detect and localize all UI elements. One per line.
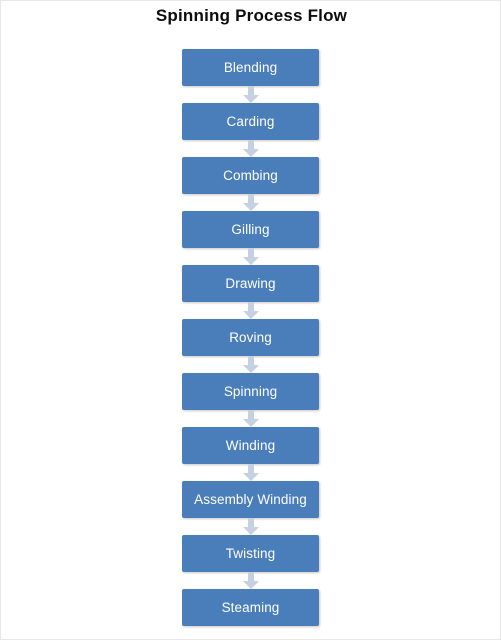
- process-step-box[interactable]: Twisting: [182, 535, 319, 572]
- process-step-box[interactable]: Roving: [182, 319, 319, 356]
- arrow-down-icon: [242, 140, 259, 157]
- process-step-label: Blending: [223, 59, 278, 75]
- process-step-box[interactable]: Winding: [182, 427, 319, 464]
- process-step-label: Twisting: [225, 545, 276, 561]
- arrow-down-icon: [242, 410, 259, 427]
- arrow-down-icon: [242, 248, 259, 265]
- page-title: Spinning Process Flow: [155, 6, 348, 25]
- process-step-label: Carding: [226, 113, 275, 129]
- process-step-label: Gilling: [231, 221, 270, 237]
- arrow-down-icon: [242, 86, 259, 103]
- process-step-label: Assembly Winding: [194, 491, 307, 507]
- process-step-label: Spinning: [223, 383, 278, 399]
- arrow-down-icon: [242, 572, 259, 589]
- process-step-box[interactable]: Gilling: [182, 211, 319, 248]
- process-step-box[interactable]: Carding: [182, 103, 319, 140]
- flowchart-canvas: Spinning Process Flow Blending Carding Com…: [0, 0, 501, 640]
- arrow-down-icon: [242, 464, 259, 481]
- arrow-down-icon: [242, 356, 259, 373]
- process-step-box[interactable]: Drawing: [182, 265, 319, 302]
- process-step-box[interactable]: Spinning: [182, 373, 319, 410]
- process-step-box[interactable]: Steaming: [182, 589, 319, 626]
- arrow-down-icon: [242, 302, 259, 319]
- arrow-down-icon: [242, 518, 259, 535]
- process-step-box[interactable]: Assembly Winding: [182, 481, 319, 518]
- process-step-box[interactable]: Blending: [182, 49, 319, 86]
- process-step-label: Combing: [223, 167, 278, 183]
- process-step-label: Roving: [229, 329, 272, 345]
- process-step-label: Winding: [225, 437, 276, 453]
- process-step-label: Drawing: [225, 275, 276, 291]
- process-step-label: Steaming: [221, 599, 280, 615]
- arrow-down-icon: [242, 194, 259, 211]
- process-step-box[interactable]: Combing: [182, 157, 319, 194]
- process-flow-container: Blending Carding Combing Gilling Drawing Rovi…: [182, 49, 319, 626]
